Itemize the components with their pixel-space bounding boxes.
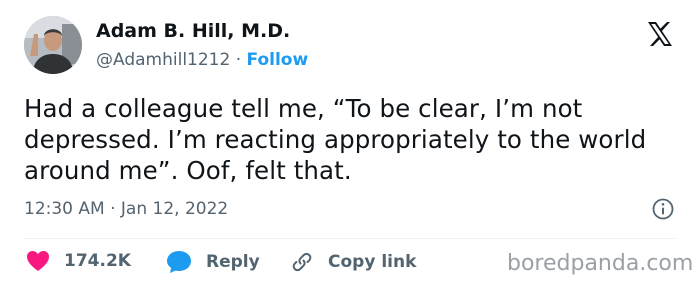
avatar-photo [24, 16, 82, 74]
watermark: boredpanda.com [507, 251, 694, 276]
reply-label: Reply [206, 252, 260, 272]
tweet-timestamp[interactable]: 12:30 AM · Jan 12, 2022 [24, 199, 228, 219]
like-count: 174.2K [64, 251, 131, 271]
speech-bubble-icon [167, 251, 191, 273]
author-handle-row: @Adamhill1212 · Follow [96, 50, 308, 70]
avatar[interactable] [24, 16, 82, 74]
handle-separator: · [235, 50, 242, 70]
author-handle[interactable]: @Adamhill1212 [96, 50, 230, 70]
author-name[interactable]: Adam B. Hill, M.D. [96, 20, 290, 42]
x-logo-icon[interactable] [644, 18, 676, 50]
tweet-text: Had a colleague tell me, “To be clear, I… [24, 94, 647, 185]
divider [24, 238, 676, 239]
follow-button[interactable]: Follow [247, 50, 309, 70]
reply-button[interactable]: Reply [166, 250, 260, 274]
copy-link-label: Copy link [328, 252, 417, 272]
link-icon [292, 252, 312, 272]
info-icon[interactable] [652, 198, 674, 220]
copy-link-button[interactable]: Copy link [290, 250, 416, 274]
like-button[interactable]: 174.2K [26, 250, 131, 272]
heart-icon [27, 251, 49, 271]
